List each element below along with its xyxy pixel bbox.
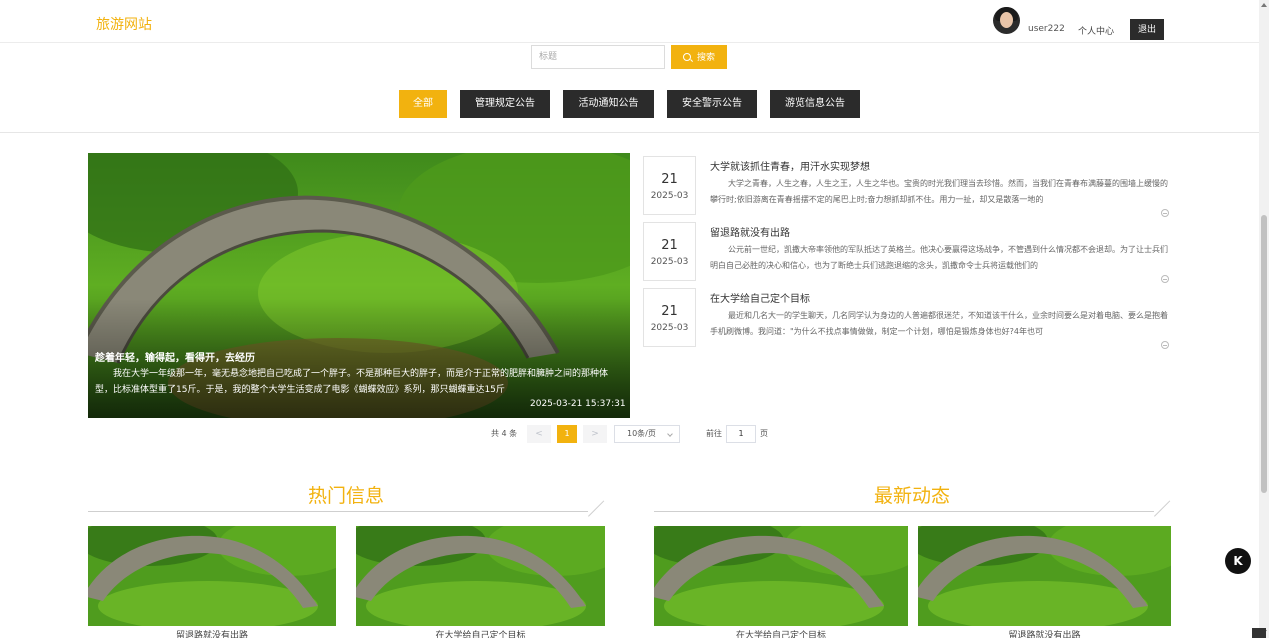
top-header: 旅游网站 user222 个人中心 退出: [0, 0, 1259, 43]
latest-item-image[interactable]: [654, 526, 908, 626]
stone-bridge-thumb: [356, 526, 605, 626]
news-title[interactable]: 大学就该抓住青春，用汗水实现梦想: [710, 158, 870, 173]
hot-item-caption[interactable]: 留退路就没有出路: [88, 628, 336, 638]
page-number-1[interactable]: 1: [557, 425, 577, 443]
search-button[interactable]: 搜索: [671, 45, 727, 69]
banner-text: 我在大学一年级那一年，毫无悬念地把自己吃成了一个胖子。不是那种巨大的胖子，而是介…: [95, 369, 609, 395]
goto-page-input[interactable]: 1: [726, 425, 756, 443]
hot-section-slash: [588, 500, 605, 517]
tab-management-rules[interactable]: 管理规定公告: [460, 90, 550, 118]
hot-section-title: 热门信息: [307, 485, 384, 507]
date-box: 21 2025-03: [643, 156, 696, 215]
date-box: 21 2025-03: [643, 222, 696, 281]
arrow-circle-icon[interactable]: [1161, 341, 1169, 349]
arrow-circle-icon[interactable]: [1161, 209, 1169, 217]
tab-tour-info[interactable]: 游览信息公告: [770, 90, 860, 118]
search-icon: [682, 53, 691, 61]
stone-bridge-thumb: [88, 526, 336, 626]
banner-time: 2025-03-21 15:37:31: [530, 399, 626, 409]
date-day: 21: [661, 304, 678, 319]
news-item[interactable]: 21 2025-03 大学就该抓住青春，用汗水实现梦想 大学之青春，人生之春，人…: [643, 156, 1175, 217]
prev-page-button[interactable]: <: [527, 425, 551, 443]
date-year-month: 2025-03: [650, 257, 689, 267]
hot-item-image[interactable]: [88, 526, 336, 626]
profile-link[interactable]: 个人中心: [1078, 24, 1114, 37]
news-title[interactable]: 在大学给自己定个目标: [710, 290, 810, 305]
news-item[interactable]: 21 2025-03 在大学给自己定个目标 最近和几名大一的学生聊天，几名同学认…: [643, 288, 1175, 349]
chevron-down-icon: [667, 431, 673, 437]
site-logo[interactable]: 旅游网站: [96, 14, 152, 34]
user-avatar[interactable]: [993, 7, 1020, 34]
search-input[interactable]: 标题: [531, 45, 665, 69]
username-label: user222: [1028, 24, 1065, 34]
tab-safety-warning[interactable]: 安全警示公告: [667, 90, 757, 118]
avatar-face: [1000, 12, 1013, 28]
goto-label: 前往: [706, 429, 722, 438]
hot-section-underline: [88, 511, 588, 512]
banner-title[interactable]: 趁着年轻，输得起，看得开，去经历: [95, 349, 255, 364]
date-year-month: 2025-03: [650, 323, 689, 333]
stone-bridge-thumb: [918, 526, 1171, 626]
date-box: 21 2025-03: [643, 288, 696, 347]
scrollbar-thumb[interactable]: [1261, 215, 1267, 493]
latest-item-caption[interactable]: 留退路就没有出路: [918, 628, 1171, 638]
news-title[interactable]: 留退路就没有出路: [710, 224, 790, 239]
page-size-select[interactable]: 10条/页: [614, 425, 680, 443]
scroll-up-arrow-icon[interactable]: [1261, 3, 1267, 7]
arrow-circle-icon[interactable]: [1161, 275, 1169, 283]
news-summary: 最近和几名大一的学生聊天，几名同学认为身边的人普遍都很迷茫，不知道该干什么，业余…: [710, 311, 1168, 336]
hot-item-caption[interactable]: 在大学给自己定个目标: [356, 628, 605, 638]
stone-bridge-thumb: [654, 526, 908, 626]
download-icon[interactable]: [1252, 628, 1266, 638]
pagination-total: 共 4 条: [491, 429, 518, 438]
page-suffix-label: 页: [760, 429, 768, 438]
latest-section-underline: [654, 511, 1154, 512]
latest-section-title: 最新动态: [873, 485, 950, 507]
section-divider: [0, 132, 1259, 133]
news-summary: 公元前一世纪，凯撒大帝率领他的军队抵达了英格兰。他决心要赢得这场战争，不管遇到什…: [710, 245, 1168, 270]
vertical-scrollbar[interactable]: [1259, 0, 1269, 638]
news-summary: 大学之青春，人生之春，人生之王，人生之华也。宝贵的时光我们理当去珍惜。然而，当我…: [710, 179, 1168, 204]
date-day: 21: [661, 238, 678, 253]
latest-section-slash: [1154, 500, 1171, 517]
news-item[interactable]: 21 2025-03 留退路就没有出路 公元前一世纪，凯撒大帝率领他的军队抵达了…: [643, 222, 1175, 283]
next-page-button[interactable]: >: [583, 425, 607, 443]
tab-activity-notice[interactable]: 活动通知公告: [563, 90, 654, 118]
hot-item-image[interactable]: [356, 526, 605, 626]
latest-item-image[interactable]: [918, 526, 1171, 626]
latest-item-caption[interactable]: 在大学给自己定个目标: [654, 628, 908, 638]
page-size-value: 10条/页: [627, 429, 656, 438]
date-day: 21: [661, 172, 678, 187]
date-year-month: 2025-03: [650, 191, 689, 201]
k-logo-icon[interactable]: K: [1225, 548, 1251, 574]
tab-all[interactable]: 全部: [399, 90, 447, 118]
search-button-label: 搜索: [696, 52, 715, 62]
logout-button[interactable]: 退出: [1130, 19, 1164, 40]
